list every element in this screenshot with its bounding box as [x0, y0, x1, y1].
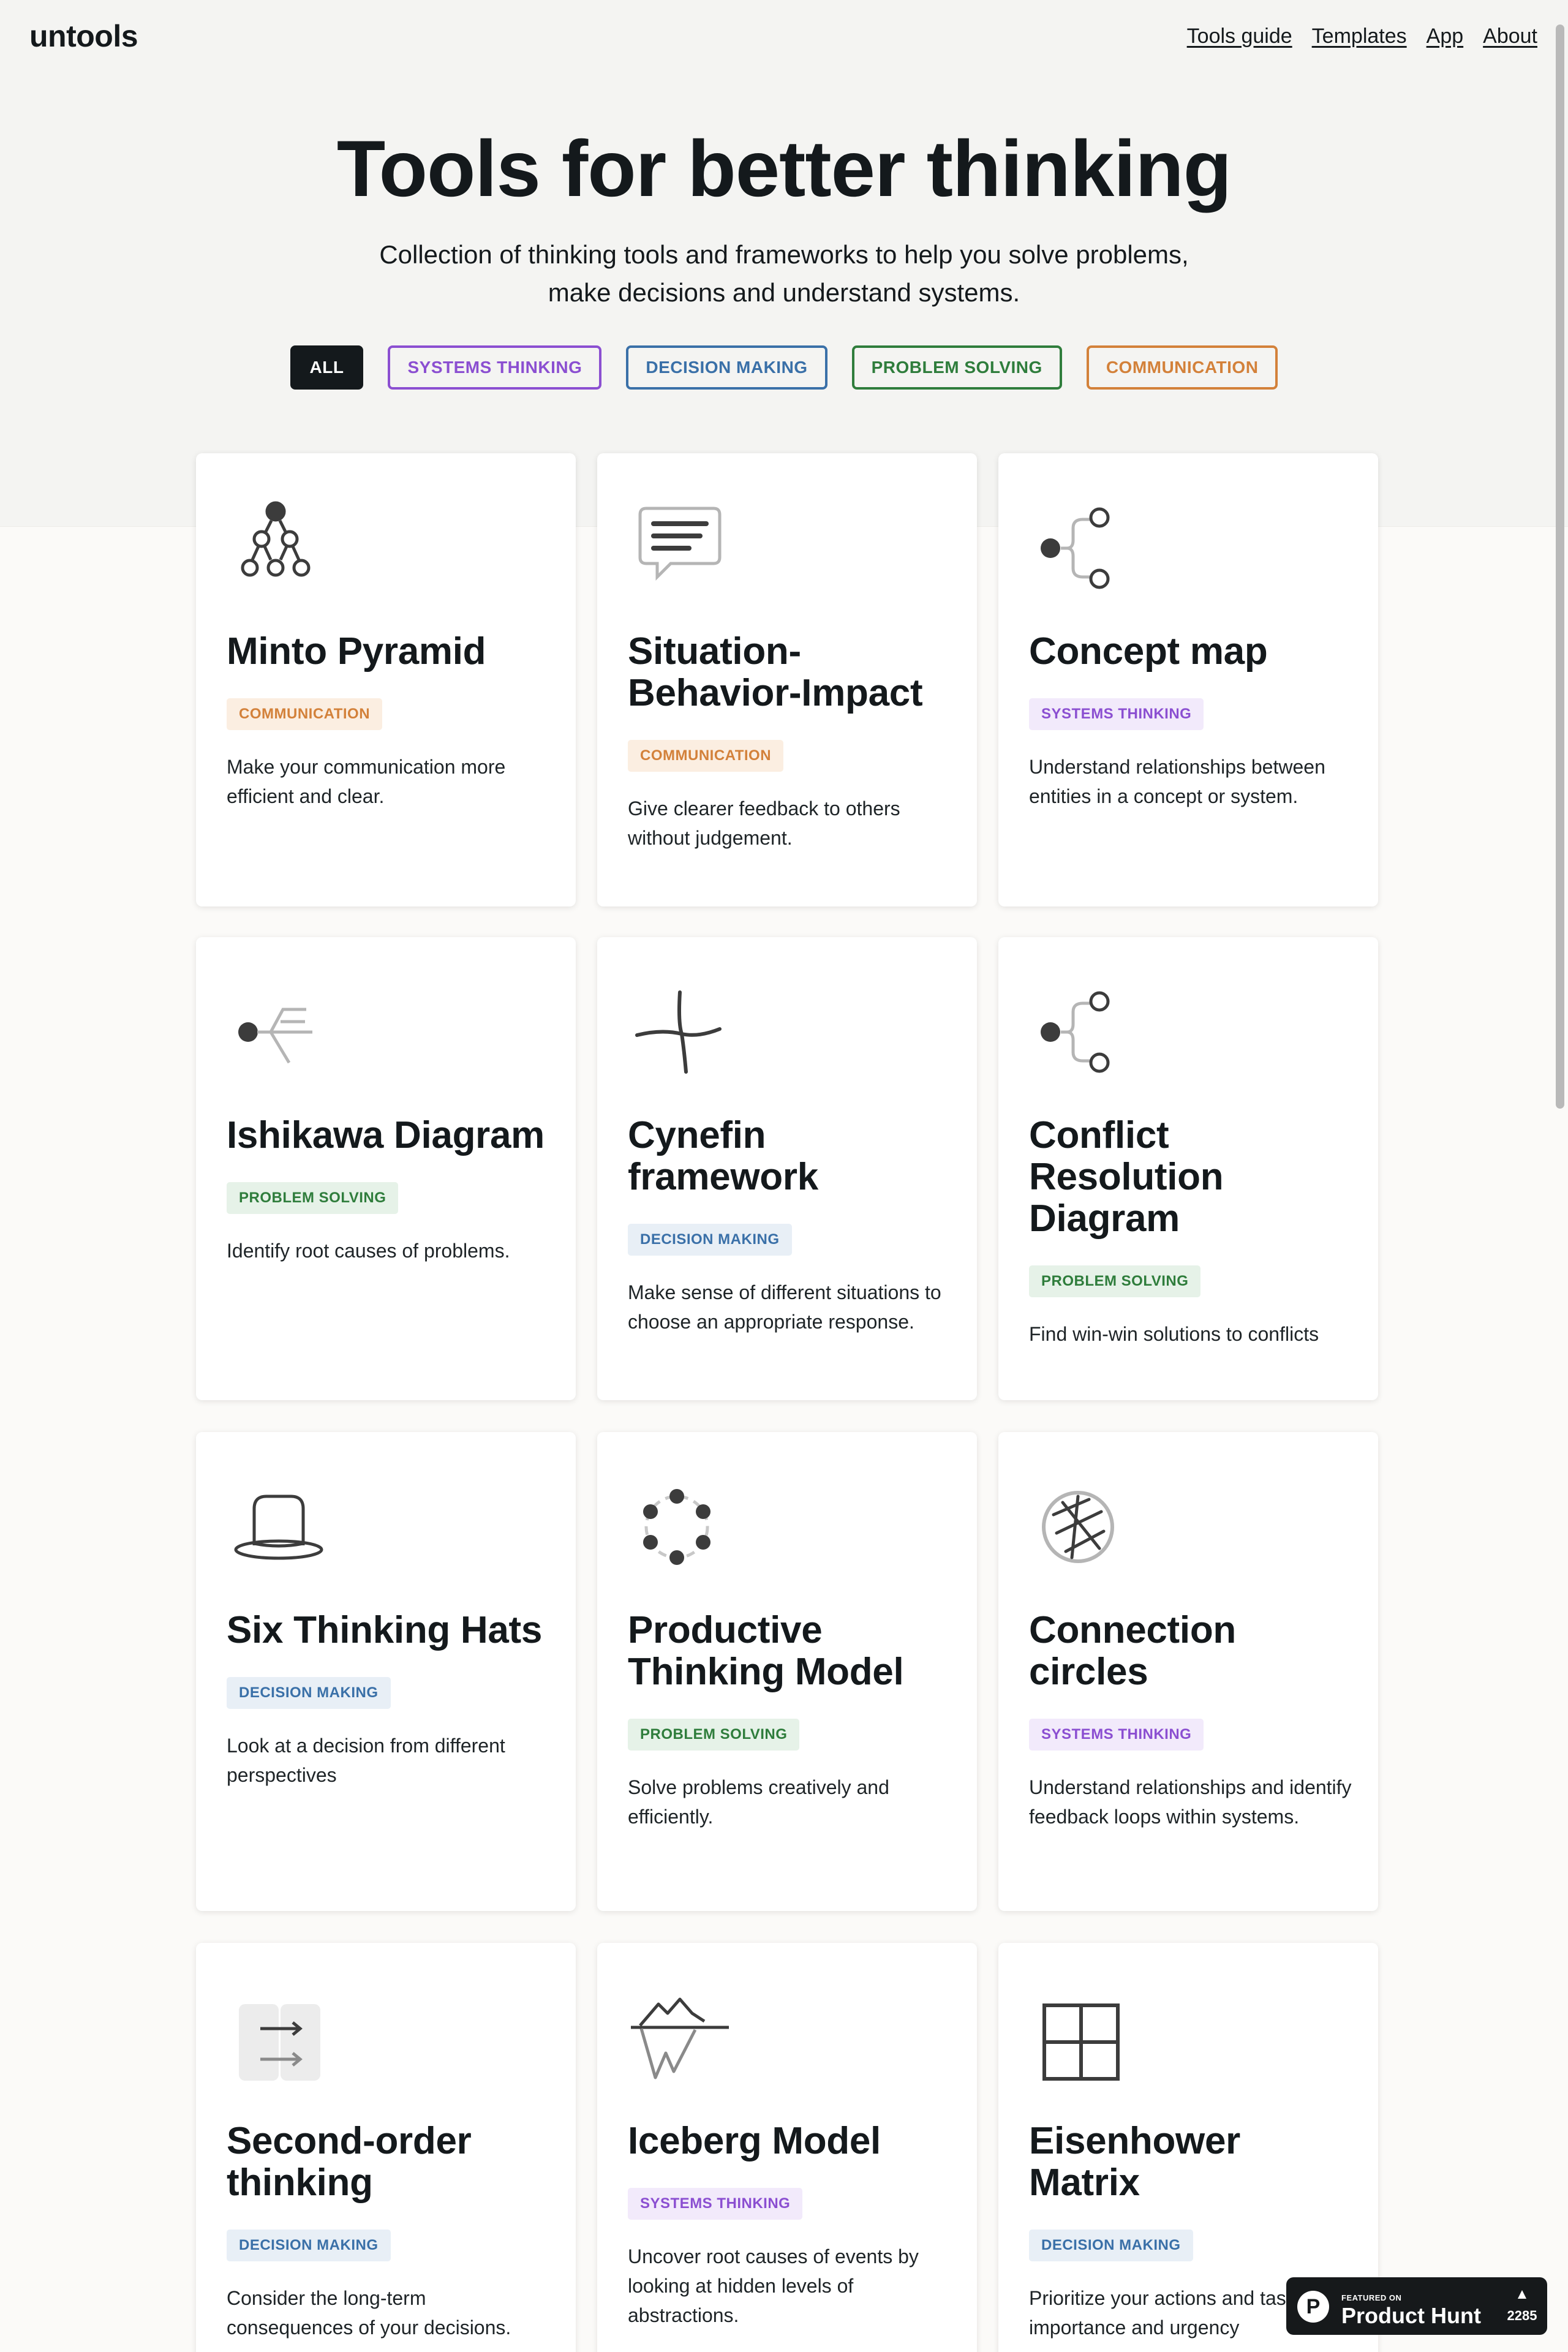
category-tag: COMMUNICATION: [227, 698, 383, 730]
product-hunt-logo-icon: P: [1297, 2291, 1329, 2323]
tool-card-concept-map[interactable]: Concept map SYSTEMS THINKING Understand …: [998, 453, 1378, 907]
card-description: Uncover root causes of events by looking…: [628, 2245, 919, 2326]
nav-about[interactable]: About: [1483, 24, 1537, 48]
card-title: Iceberg Model: [628, 2120, 881, 2162]
page-title: Tools for better thinking: [336, 124, 1232, 213]
card-description: Make sense of different situations to ch…: [628, 1281, 941, 1333]
card-title: Six Thinking Hats: [227, 1609, 543, 1651]
tool-card-minto-pyramid[interactable]: Minto Pyramid COMMUNICATION Make your co…: [196, 453, 576, 907]
filter-systems-thinking[interactable]: SYSTEMS THINKING: [388, 345, 602, 390]
card-title: Productive Thinking Model: [628, 1609, 904, 1693]
card-title: Conflict Resolution Diagram: [1029, 1114, 1224, 1240]
tool-card-conflict-resolution-diagram[interactable]: Conflict Resolution Diagram PROBLEM SOLV…: [998, 937, 1378, 1400]
cynefin-icon: [628, 980, 732, 1084]
category-tag: PROBLEM SOLVING: [1029, 1265, 1201, 1297]
card-description: Consider the long-term consequences of y…: [227, 2287, 511, 2339]
category-tag: PROBLEM SOLVING: [628, 1719, 800, 1751]
card-title: Connection circles: [1029, 1609, 1236, 1693]
fishbone-icon: [227, 980, 331, 1084]
pyramid-icon: [227, 496, 331, 600]
site-header: untools Tools guide Templates App About: [0, 0, 1568, 74]
category-tag: PROBLEM SOLVING: [227, 1182, 399, 1214]
concept-map-icon: [1029, 496, 1133, 600]
category-filters: ALL SYSTEMS THINKING DECISION MAKING PRO…: [0, 345, 1568, 390]
card-description: Make your communication more efficient a…: [227, 756, 506, 807]
card-title: Cynefin framework: [628, 1114, 818, 1198]
cycle-dots-icon: [628, 1475, 732, 1579]
card-description: Understand relationships between entitie…: [1029, 756, 1325, 807]
tool-card-second-order-thinking[interactable]: Second-order thinking DECISION MAKING Co…: [196, 1943, 576, 2352]
filter-all[interactable]: ALL: [290, 345, 364, 390]
subtitle-line-1: Collection of thinking tools and framewo…: [379, 240, 1189, 269]
nav-templates[interactable]: Templates: [1312, 24, 1407, 48]
category-tag: SYSTEMS THINKING: [628, 2188, 803, 2220]
connection-circle-icon: [1029, 1475, 1133, 1579]
card-description: Find win-win solutions to conflicts: [1029, 1323, 1319, 1345]
card-description: Understand relationships and identify fe…: [1029, 1776, 1352, 1828]
iceberg-icon: [628, 1986, 732, 2090]
card-title: Eisenhower Matrix: [1029, 2120, 1240, 2204]
site-logo[interactable]: untools: [29, 18, 138, 54]
tool-card-situation-behavior-impact[interactable]: Situation-Behavior-Impact COMMUNICATION …: [597, 453, 977, 907]
category-tag: SYSTEMS THINKING: [1029, 698, 1204, 730]
tool-card-ishikawa-diagram[interactable]: Ishikawa Diagram PROBLEM SOLVING Identif…: [196, 937, 576, 1400]
category-tag: DECISION MAKING: [227, 2230, 391, 2261]
card-title: Concept map: [1029, 630, 1268, 673]
product-hunt-featured-label: FEATURED ON: [1341, 2293, 1402, 2302]
matrix-icon: [1029, 1986, 1133, 2090]
hat-icon: [227, 1475, 331, 1579]
tool-card-six-thinking-hats[interactable]: Six Thinking Hats DECISION MAKING Look a…: [196, 1432, 576, 1911]
card-title: Ishikawa Diagram: [227, 1114, 545, 1156]
tool-card-cynefin-framework[interactable]: Cynefin framework DECISION MAKING Make s…: [597, 937, 977, 1400]
tool-card-connection-circles[interactable]: Connection circles SYSTEMS THINKING Unde…: [998, 1432, 1378, 1911]
upvote-count: 2285: [1507, 2308, 1537, 2323]
card-description: Solve problems creatively and efficientl…: [628, 1776, 889, 1828]
arrows-icon: [227, 1986, 331, 2090]
category-tag: SYSTEMS THINKING: [1029, 1719, 1204, 1751]
subtitle-line-2: make decisions and understand systems.: [548, 278, 1020, 307]
nav-app[interactable]: App: [1427, 24, 1464, 48]
category-tag: DECISION MAKING: [628, 1224, 792, 1256]
category-tag: DECISION MAKING: [1029, 2230, 1193, 2261]
tool-card-productive-thinking-model[interactable]: Productive Thinking Model PROBLEM SOLVIN…: [597, 1432, 977, 1911]
card-description: Look at a decision from different perspe…: [227, 1735, 505, 1786]
card-description: Give clearer feedback to others without …: [628, 797, 900, 849]
page-scrollbar[interactable]: [1556, 24, 1564, 1109]
card-title: Minto Pyramid: [227, 630, 486, 673]
filter-communication[interactable]: COMMUNICATION: [1086, 345, 1278, 390]
product-hunt-badge[interactable]: P FEATURED ON Product Hunt ▲ 2285: [1286, 2277, 1547, 2335]
card-title: Second-order thinking: [227, 2120, 472, 2204]
upvote-arrow-icon: ▲: [1515, 2286, 1529, 2302]
category-tag: DECISION MAKING: [227, 1677, 391, 1709]
filter-decision-making[interactable]: DECISION MAKING: [626, 345, 827, 390]
card-title: Situation-Behavior-Impact: [628, 630, 923, 714]
page-subtitle: Collection of thinking tools and framewo…: [0, 236, 1568, 312]
category-tag: COMMUNICATION: [628, 740, 784, 772]
main-nav: Tools guide Templates App About: [1187, 24, 1537, 48]
product-hunt-name: Product Hunt: [1341, 2303, 1481, 2328]
card-description: Identify root causes of problems.: [227, 1240, 510, 1262]
conflict-diagram-icon: [1029, 980, 1133, 1084]
nav-tools-guide[interactable]: Tools guide: [1187, 24, 1292, 48]
speech-bubble-icon: [628, 496, 732, 600]
tool-card-iceberg-model[interactable]: Iceberg Model SYSTEMS THINKING Uncover r…: [597, 1943, 977, 2352]
filter-problem-solving[interactable]: PROBLEM SOLVING: [851, 345, 1062, 390]
